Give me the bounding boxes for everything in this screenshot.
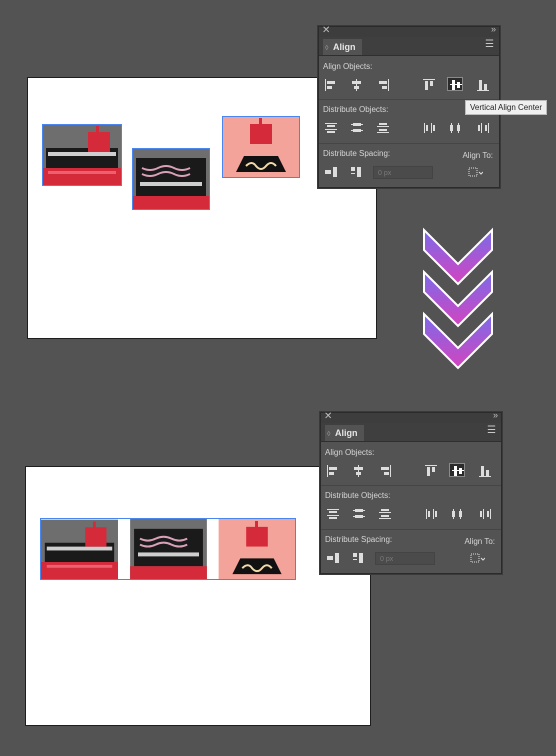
distribute-objects-label: Distribute Objects: <box>323 105 389 114</box>
vertical-align-top-icon[interactable] <box>423 464 439 478</box>
align-objects-label: Align Objects: <box>323 62 373 71</box>
horizontal-align-center-icon[interactable] <box>351 464 367 478</box>
distribute-right-icon[interactable] <box>475 121 491 135</box>
object-oven-2[interactable] <box>132 148 210 210</box>
distribute-spacing-label: Distribute Spacing: <box>325 535 393 544</box>
object-oven-2[interactable] <box>130 519 207 580</box>
vertical-distribute-space-icon[interactable] <box>323 165 339 179</box>
vertical-align-bottom-icon[interactable] <box>477 464 493 478</box>
distribute-bottom-icon[interactable] <box>377 507 393 521</box>
vertical-distribute-space-icon[interactable] <box>325 551 341 565</box>
distribute-right-icon[interactable] <box>477 507 493 521</box>
collapse-icon[interactable]: » <box>493 410 498 420</box>
tab-align[interactable]: ◊ Align <box>325 425 364 441</box>
object-pink-card[interactable] <box>218 519 296 580</box>
grip-icon: ◊ <box>325 45 329 52</box>
panel-menu-icon[interactable]: ☰ <box>485 39 494 50</box>
tab-align[interactable]: ◊ Align <box>323 39 362 55</box>
close-icon[interactable]: ✕ <box>324 411 332 422</box>
horizontal-align-left-icon[interactable] <box>323 78 339 92</box>
collapse-icon[interactable]: » <box>491 24 496 34</box>
vertical-align-bottom-icon[interactable] <box>475 78 491 92</box>
align-panel-after: ✕ » ◊ Align ☰ Align Objects: Distribute Ob… <box>320 410 502 574</box>
tooltip: Vertical Align Center <box>465 100 548 115</box>
align-objects-label: Align Objects: <box>325 448 375 457</box>
object-oven-1[interactable] <box>41 519 118 580</box>
distribute-left-icon[interactable] <box>421 121 437 135</box>
grip-icon: ◊ <box>327 431 331 438</box>
horizontal-align-right-icon[interactable] <box>375 78 391 92</box>
panel-menu-icon[interactable]: ☰ <box>487 425 496 436</box>
vertical-align-top-icon[interactable] <box>421 78 437 92</box>
distribute-spacing-label: Distribute Spacing: <box>323 149 391 158</box>
distribute-bottom-icon[interactable] <box>375 121 391 135</box>
spacing-input[interactable]: 0 px <box>375 552 435 565</box>
object-oven-1[interactable] <box>42 124 122 186</box>
horizontal-align-right-icon[interactable] <box>377 464 393 478</box>
vertical-align-center-icon[interactable] <box>447 77 463 91</box>
horizontal-align-center-icon[interactable] <box>349 78 365 92</box>
close-icon[interactable]: ✕ <box>322 25 330 36</box>
distribute-top-icon[interactable] <box>323 121 339 135</box>
distribute-center-icon[interactable] <box>351 507 367 521</box>
distribute-left-icon[interactable] <box>423 507 439 521</box>
align-to-selection-icon[interactable] <box>469 551 485 565</box>
distribute-center-icon[interactable] <box>349 121 365 135</box>
horizontal-distribute-space-icon[interactable] <box>351 551 367 565</box>
vertical-align-center-icon[interactable] <box>449 463 465 477</box>
distribute-objects-label: Distribute Objects: <box>325 491 391 500</box>
down-arrows <box>423 227 493 370</box>
distribute-top-icon[interactable] <box>325 507 341 521</box>
spacing-input[interactable]: 0 px <box>373 166 433 179</box>
align-to-label: Align To: <box>462 151 493 160</box>
align-to-label: Align To: <box>464 537 495 546</box>
align-to-selection-icon[interactable] <box>467 165 483 179</box>
horizontal-distribute-space-icon[interactable] <box>349 165 365 179</box>
distribute-horizontal-center-icon[interactable] <box>449 507 465 521</box>
object-pink-card[interactable] <box>222 116 300 178</box>
horizontal-align-left-icon[interactable] <box>325 464 341 478</box>
distribute-horizontal-center-icon[interactable] <box>447 121 463 135</box>
